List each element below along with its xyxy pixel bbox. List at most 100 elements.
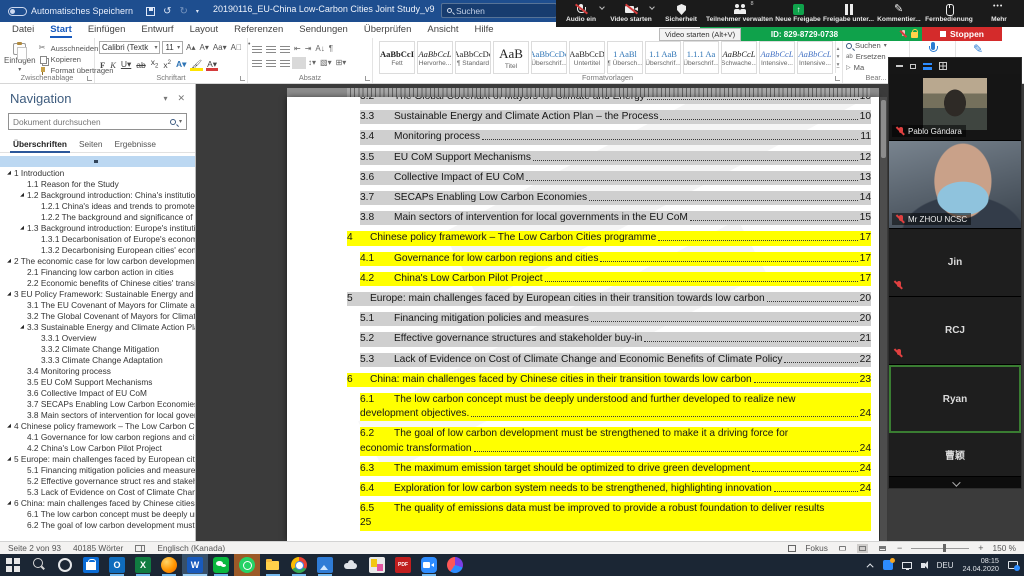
minimize-icon[interactable] <box>896 65 903 67</box>
toc-entry[interactable]: 3.4 Monitoring process 11 <box>360 130 871 144</box>
style-card[interactable]: 1 AaBl ¶ Übersch... <box>607 41 643 74</box>
network-icon[interactable] <box>902 562 912 569</box>
style-card[interactable]: AaBbCcL Intensive... <box>797 41 833 74</box>
meeting-toolbar-item[interactable]: Freigabe unter... <box>823 0 874 27</box>
participant-tile[interactable]: Ryan Ryan <box>889 365 1021 433</box>
italic-button[interactable]: K <box>109 60 117 70</box>
taskbar-item[interactable]: W <box>182 554 208 576</box>
ribbon-tab[interactable]: Sendungen <box>291 22 356 38</box>
taskbar-item[interactable] <box>312 554 338 576</box>
style-card[interactable]: AaB Titel <box>493 41 529 74</box>
collapse-triangle-icon[interactable]: ◢ <box>17 324 27 330</box>
zoom-out-button[interactable]: − <box>897 543 902 553</box>
vertical-scrollbar[interactable] <box>880 97 887 541</box>
heading-item[interactable]: ◢ 3.4 Monitoring process <box>0 365 195 376</box>
chevron-down-icon[interactable]: ▾ <box>179 118 182 125</box>
style-card[interactable]: AaBbCcL Schwache... <box>721 41 757 74</box>
sort-button[interactable]: A↓ <box>315 44 324 53</box>
collapse-triangle-icon[interactable]: ◢ <box>4 258 14 264</box>
heading-item[interactable]: ◢ 3.6 Collective Impact of EU CoM <box>0 387 195 398</box>
taskbar-item[interactable] <box>416 554 442 576</box>
align-right-button[interactable] <box>280 59 290 67</box>
meeting-toolbar-item[interactable]: Mehr <box>974 0 1024 27</box>
proofing-icon[interactable] <box>135 545 145 552</box>
heading-item[interactable]: ◢ 6 China: main challenges faced by Chin… <box>0 497 195 508</box>
collapse-triangle-icon[interactable]: ◢ <box>4 170 14 176</box>
toc-entry[interactable]: 3.7 SECAPs Enabling Low Carbon Economies… <box>360 191 871 205</box>
collapse-triangle-icon[interactable]: ◢ <box>4 456 14 462</box>
heading-item[interactable]: ◢ 1.2.1 China's ideas and trends to prom… <box>0 200 195 211</box>
close-icon[interactable]: ✕ <box>177 93 185 104</box>
keyboard-language[interactable]: DEU <box>937 561 954 570</box>
pane-options-icon[interactable]: ▾ <box>163 94 167 103</box>
document-search-input[interactable] <box>13 117 167 127</box>
multilevel-list-button[interactable] <box>280 45 290 53</box>
word-count[interactable]: 40185 Wörter <box>73 543 123 553</box>
chevron-down-icon[interactable] <box>599 4 605 10</box>
meeting-toolbar-item[interactable]: Audio ein <box>556 0 606 27</box>
font-color-button[interactable]: A▾ <box>206 59 218 70</box>
heading-item[interactable]: ◢ 6.1 The low carbon concept must be dee… <box>0 508 195 519</box>
stop-share-button[interactable]: Stoppen <box>922 27 1002 41</box>
ribbon-tab[interactable]: Überprüfen <box>356 22 420 38</box>
zoom-slider[interactable] <box>911 548 969 549</box>
taskbar-item[interactable] <box>26 554 52 576</box>
collapse-triangle-icon[interactable]: ◢ <box>4 500 14 506</box>
horizontal-ruler[interactable] <box>287 88 879 97</box>
taskbar-item[interactable] <box>208 554 234 576</box>
collapse-triangle-icon[interactable]: ◢ <box>4 423 14 429</box>
heading-item[interactable]: ◢ 5.1 Financing mitigation policies and … <box>0 464 195 475</box>
font-name-select[interactable]: Calibri (Textk▾ <box>99 41 160 54</box>
heading-item[interactable]: ◢ 1.3.2 Decarbonising European cities' e… <box>0 244 195 255</box>
ribbon-tab[interactable]: Ansicht <box>419 22 466 38</box>
taskbar-item[interactable] <box>364 554 390 576</box>
heading-item[interactable]: ◢ 3.2 The Global Covenant of Mayors for … <box>0 310 195 321</box>
heading-item[interactable]: ◢ 3.3.1 Overview <box>0 332 195 343</box>
restore-icon[interactable] <box>910 64 916 69</box>
collapse-triangle-icon[interactable]: ◢ <box>17 192 27 198</box>
qat-customize-icon[interactable]: ▾ <box>196 8 199 15</box>
heading-item[interactable]: ◢ 4.2 China's Low Carbon Pilot Project <box>0 442 195 453</box>
highlight-color-button[interactable]: 🖌︎ <box>190 59 203 70</box>
heading-item[interactable]: ◢ 6.2 The goal of low carbon development… <box>0 519 195 530</box>
taskbar-item[interactable] <box>338 554 364 576</box>
page-indicator[interactable]: Seite 2 von 93 <box>8 543 61 553</box>
language-indicator[interactable]: Englisch (Kanada) <box>157 543 225 553</box>
zoom-in-button[interactable]: + <box>978 543 983 553</box>
participant-tile[interactable]: Pablo Gándara Pablo Gándara <box>889 74 1021 141</box>
heading-item[interactable]: ◢ 3.3.3 Climate Change Adaptation <box>0 354 195 365</box>
ribbon-tab[interactable]: Einfügen <box>80 22 134 38</box>
clear-format-button[interactable]: A⃞ <box>230 43 243 52</box>
toc-entry[interactable]: 4.1 Governance for low carbon regions an… <box>360 252 871 266</box>
meeting-toolbar-item[interactable]: Kommentier... <box>874 0 924 27</box>
clock[interactable]: 08:15 24.04.2020 <box>962 557 999 573</box>
line-spacing-button[interactable]: ↕▾ <box>308 58 316 67</box>
style-card[interactable]: AaBbCcDc Überschrif... <box>531 41 567 74</box>
strikethrough-button[interactable]: ab <box>135 60 146 70</box>
shrink-font-button[interactable]: A▾ <box>198 43 209 52</box>
title-search-box[interactable] <box>441 3 557 18</box>
justify-button[interactable] <box>294 59 304 67</box>
document-search-box[interactable]: ▾ <box>8 113 187 130</box>
paste-button[interactable]: Einfügen ▾ <box>4 41 36 73</box>
ribbon-tab[interactable]: Referenzen <box>226 22 291 38</box>
heading-item[interactable]: ◢ 3.3 Sustainable Energy and Climate Act… <box>0 321 195 332</box>
taskbar-item[interactable] <box>286 554 312 576</box>
heading-item[interactable]: ◢ 1.2.2 The background and significance … <box>0 211 195 222</box>
autosave-toggle[interactable]: Automatisches Speichern <box>8 6 133 16</box>
bullet-list-button[interactable] <box>252 45 262 53</box>
gallery-view-icon[interactable] <box>939 62 947 70</box>
ribbon-tab[interactable]: Datei <box>4 22 42 38</box>
toc-entry[interactable]: 4 Chinese policy framework – The Low Car… <box>347 231 871 245</box>
more-participants-button[interactable] <box>889 477 1021 490</box>
toc-entry[interactable]: 4.2 China's Low Carbon Pilot Project 17 <box>360 272 871 286</box>
toc-entry[interactable]: 3.5 EU CoM Support Mechanisms 12 <box>360 151 871 165</box>
heading-item[interactable]: ◢ 3.5 EU CoM Support Mechanisms <box>0 376 195 387</box>
style-card[interactable]: AaBbCcDc ¶ Standard <box>455 41 491 74</box>
subscript-button[interactable]: x2 <box>150 57 160 70</box>
ribbon-tab[interactable]: Entwurf <box>133 22 181 38</box>
toc-entry[interactable]: 3.8 Main sectors of intervention for loc… <box>360 211 871 225</box>
borders-button[interactable]: ⊞▾ <box>336 58 347 67</box>
underline-button[interactable]: U▾ <box>120 59 132 70</box>
toc-entry[interactable]: 3.3 Sustainable Energy and Climate Actio… <box>360 110 871 124</box>
